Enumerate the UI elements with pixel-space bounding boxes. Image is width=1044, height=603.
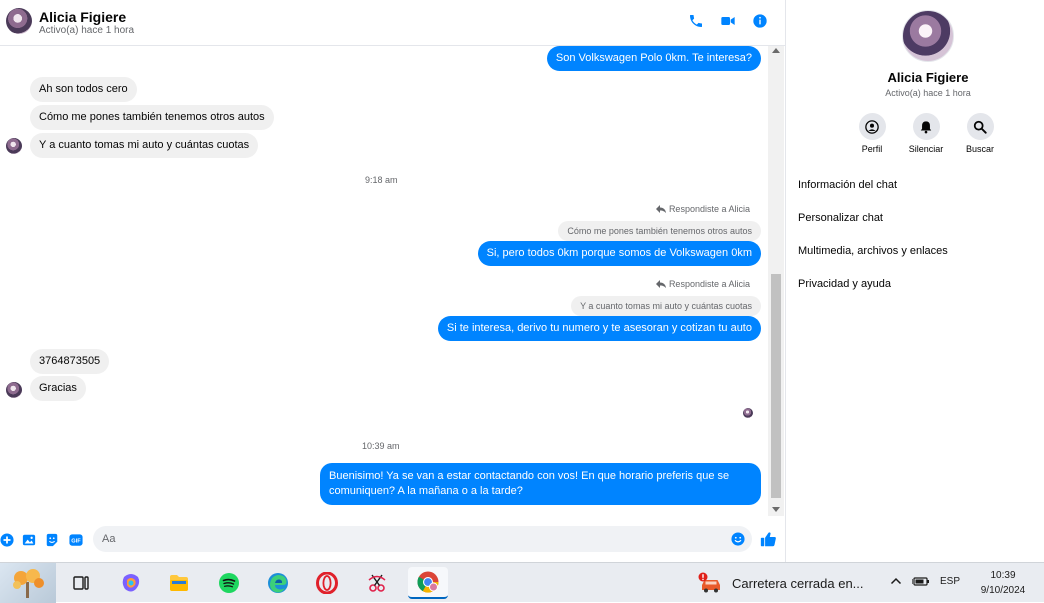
message-incoming[interactable]: Cómo me pones también tenemos otros auto… — [30, 105, 274, 130]
taskbar-spotify[interactable] — [216, 570, 242, 596]
copilot-icon — [122, 574, 140, 592]
message-input[interactable] — [93, 526, 752, 552]
profile-button[interactable]: Perfil — [854, 113, 890, 154]
phone-icon — [690, 15, 702, 27]
clock-time: 10:39 — [990, 570, 1016, 581]
seen-avatar — [743, 408, 753, 418]
message-outgoing[interactable]: Buenisimo! Ya se van a estar contactando… — [320, 463, 761, 505]
autumn-tree-icon — [13, 569, 44, 598]
menu-privacy-support[interactable]: Privacidad y ayuda — [798, 271, 948, 304]
search-label: Buscar — [965, 144, 994, 154]
weather-widget[interactable]: Carretera cerrada en... — [698, 572, 864, 594]
sticker-icon[interactable] — [45, 533, 59, 547]
taskbar-file-explorer[interactable] — [166, 570, 192, 596]
opera-browser-icon — [316, 572, 338, 594]
scroll-up-arrow-icon[interactable] — [772, 48, 780, 53]
scroll-down-arrow-icon[interactable] — [772, 507, 780, 512]
menu-media-files-links[interactable]: Multimedia, archivos y enlaces — [798, 238, 948, 271]
widgets-button[interactable] — [0, 563, 56, 603]
plus-circle-icon[interactable] — [0, 533, 14, 547]
quoted-message[interactable]: Y a cuanto tomas mi auto y cuántas cuota… — [571, 296, 761, 316]
message-incoming[interactable]: 3764873505 — [30, 349, 110, 374]
weather-text: Carretera cerrada en... — [732, 575, 864, 591]
search-button[interactable]: Buscar — [962, 113, 998, 154]
photo-gallery-icon[interactable] — [22, 533, 36, 547]
message-outgoing[interactable]: Si, pero todos 0km porque somos de Volks… — [477, 241, 761, 266]
emoji-icon[interactable] — [731, 532, 745, 546]
reply-arrow-icon — [655, 205, 666, 213]
mute-button[interactable]: Silenciar — [908, 113, 944, 154]
chat-column: Alicia Figiere Activo(a) hace 1 hora Son… — [0, 0, 786, 562]
contact-mini-avatar — [6, 382, 22, 398]
reply-note: Respondiste a Alicia — [655, 204, 750, 214]
menu-chat-info[interactable]: Información del chat — [798, 172, 948, 205]
contact-avatar[interactable] — [6, 8, 32, 34]
timestamp: 9:18 am — [365, 175, 398, 185]
video-camera-icon — [721, 17, 735, 25]
system-clock[interactable]: 10:39 9/10/2024 — [972, 568, 1034, 598]
info-contact-name: Alicia Figiere — [887, 70, 969, 85]
scroll-thumb[interactable] — [771, 274, 781, 498]
bell-icon — [920, 120, 932, 133]
info-menu: Información del chat Personalizar chat M… — [798, 172, 948, 304]
taskbar-chrome[interactable] — [408, 567, 448, 599]
reply-note-label: Respondiste a Alicia — [668, 279, 750, 289]
message-line: comuniquen? A la mañana o a la tarde? — [329, 485, 523, 497]
mute-label: Silenciar — [908, 144, 944, 154]
conversation-info-panel: Alicia Figiere Activo(a) hace 1 hora Per… — [786, 0, 1044, 562]
contact-mini-avatar — [6, 138, 22, 154]
message-outgoing[interactable]: Si te interesa, derivo tu numero y te as… — [437, 316, 761, 341]
taskbar-edge[interactable] — [265, 570, 291, 596]
contact-profile-picture[interactable] — [902, 10, 954, 62]
edge-browser-icon — [268, 573, 288, 593]
task-view-icon — [73, 576, 89, 590]
message-incoming[interactable]: Gracias — [30, 376, 86, 401]
gif-icon[interactable]: GIF — [68, 533, 84, 547]
clock-date: 9/10/2024 — [980, 585, 1026, 596]
folder-icon — [170, 575, 188, 591]
message-list: Son Volkswagen Polo 0km. Te interesa? Ah… — [0, 46, 768, 516]
audio-call-button[interactable] — [687, 12, 705, 30]
contact-status: Activo(a) hace 1 hora — [39, 25, 135, 36]
chat-header: Alicia Figiere Activo(a) hace 1 hora — [0, 0, 785, 46]
thumbs-up-icon[interactable] — [760, 531, 777, 548]
quoted-message[interactable]: Cómo me pones también tenemos otros auto… — [558, 221, 761, 241]
info-icon — [753, 14, 767, 28]
conversation-info-button[interactable] — [751, 12, 769, 30]
timestamp: 10:39 am — [362, 441, 400, 451]
taskbar-opera[interactable] — [314, 570, 340, 596]
reply-note: Respondiste a Alicia — [655, 279, 750, 289]
profile-icon — [865, 119, 879, 134]
info-contact-status: Activo(a) hace 1 hora — [885, 88, 971, 98]
input-language[interactable]: ESP — [940, 576, 960, 587]
battery-icon[interactable] — [912, 575, 930, 587]
spotify-icon — [219, 573, 239, 593]
taskbar-copilot[interactable] — [118, 570, 144, 596]
task-view-button[interactable] — [68, 570, 94, 596]
message-incoming[interactable]: Ah son todos cero — [30, 77, 137, 102]
windows-taskbar: Carretera cerrada en... ESP 10:39 9/10/2… — [0, 562, 1044, 603]
profile-label: Perfil — [861, 144, 883, 154]
taskbar-snipping-tool[interactable] — [364, 570, 390, 596]
message-outgoing[interactable]: Son Volkswagen Polo 0km. Te interesa? — [546, 46, 761, 71]
search-icon — [973, 120, 987, 134]
system-tray: ESP — [890, 575, 960, 587]
chrome-browser-icon — [417, 571, 439, 593]
road-closed-car-icon — [698, 572, 720, 593]
reply-note-label: Respondiste a Alicia — [668, 204, 750, 214]
message-incoming[interactable]: Y a cuanto tomas mi auto y cuántas cuota… — [30, 133, 259, 158]
message-line: Buenisimo! Ya se van a estar contactando… — [329, 470, 730, 482]
svg-text:GIF: GIF — [71, 539, 81, 545]
contact-name[interactable]: Alicia Figiere — [39, 9, 126, 25]
message-scrollbar[interactable] — [768, 46, 784, 516]
menu-customize-chat[interactable]: Personalizar chat — [798, 205, 948, 238]
show-hidden-icons-chevron-icon[interactable] — [890, 576, 902, 586]
reply-arrow-icon — [655, 280, 666, 288]
video-call-button[interactable] — [719, 12, 737, 30]
scissors-icon — [368, 574, 386, 592]
